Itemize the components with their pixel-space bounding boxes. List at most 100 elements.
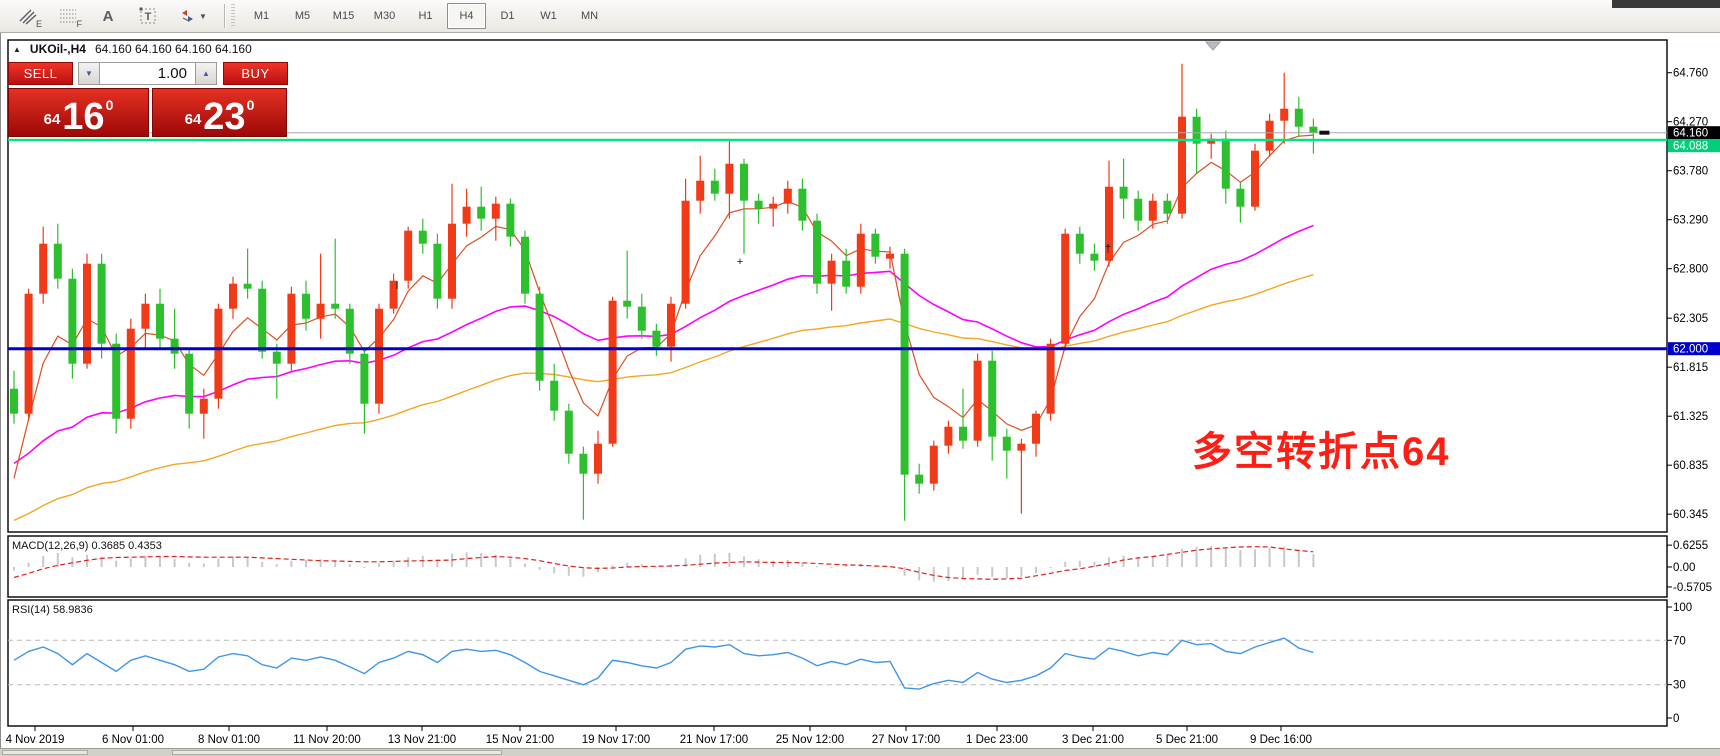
candle-body: [1119, 186, 1128, 199]
time-tick-label: 1 Dec 23:00: [966, 734, 1028, 746]
timeframe-button-H4[interactable]: H4: [447, 3, 486, 29]
timeframe-button-M5[interactable]: M5: [283, 3, 322, 29]
sell-price-box[interactable]: 64 16 0: [8, 88, 149, 137]
fibonacci-icon[interactable]: F: [51, 2, 85, 30]
candle-body: [652, 330, 661, 347]
macd-label: MACD(12,26,9) 0.3685 0.4353: [12, 540, 162, 552]
volume-down-button[interactable]: ▼: [78, 62, 100, 85]
symbol-quotes: 64.160 64.160 64.160 64.160: [94, 42, 252, 56]
collapse-triangle-icon[interactable]: ▲: [13, 45, 21, 54]
toolbar-drag-handle[interactable]: [231, 4, 235, 28]
candle-body: [1163, 200, 1172, 214]
price-tick-label: 63.290: [1673, 215, 1708, 227]
price-tick-label: 63.780: [1673, 166, 1708, 178]
candle-body: [973, 360, 982, 441]
timeframe-button-M30[interactable]: M30: [365, 3, 404, 29]
candle-body: [725, 163, 734, 194]
timeframe-button-MN[interactable]: MN: [570, 3, 609, 29]
candle-body: [1032, 413, 1040, 444]
candle-body: [156, 303, 164, 339]
price-badge-label: 64.160: [1673, 128, 1708, 140]
candle-body: [462, 206, 471, 224]
timeframe-button-D1[interactable]: D1: [488, 3, 527, 29]
bottom-strip-segment: [172, 750, 502, 755]
candle-body: [1002, 436, 1011, 451]
candle-body: [375, 308, 383, 404]
candle-body: [10, 388, 18, 414]
candle-body: [272, 351, 281, 364]
candle-body: [39, 243, 48, 294]
candle-body: [258, 288, 267, 352]
rsi-tick-label: 100: [1673, 602, 1692, 614]
candle-body: [141, 303, 150, 329]
trade-marker: +: [737, 256, 743, 268]
candle-body: [564, 410, 573, 454]
timeframe-button-M1[interactable]: M1: [242, 3, 281, 29]
time-tick-label: 4 Nov 2019: [6, 734, 65, 746]
candle-body: [579, 453, 588, 474]
candle-body: [1251, 150, 1259, 207]
candle-body: [1265, 120, 1274, 151]
candle-body: [740, 163, 748, 201]
candle-body: [535, 293, 544, 381]
candle-body: [1236, 188, 1245, 207]
candle-body: [915, 474, 924, 484]
candle-body: [170, 338, 179, 354]
rsi-tick-label: 30: [1673, 680, 1686, 692]
candle-body: [1046, 343, 1055, 414]
price-tick-label: 60.345: [1673, 509, 1708, 521]
candle-body: [360, 353, 369, 404]
candle-body: [302, 293, 310, 319]
text-icon[interactable]: A: [91, 2, 125, 30]
equidistant-channel-icon[interactable]: E: [11, 2, 45, 30]
svg-text:T: T: [145, 11, 152, 23]
trade-marker: I: [395, 280, 398, 292]
candle-body: [1294, 108, 1303, 127]
time-tick-label: 11 Nov 20:00: [293, 734, 361, 746]
candle-body: [1075, 233, 1084, 254]
toolbar: E F A T ▼ M1 M5 M15 M30 H1 H4 D1 W1 MN: [0, 0, 1720, 33]
candle-body: [112, 343, 121, 419]
candle-body: [959, 426, 967, 441]
candle-body: [681, 200, 690, 304]
timeframe-button-H1[interactable]: H1: [406, 3, 445, 29]
price-tick-label: 64.760: [1673, 68, 1708, 80]
time-tick-label: 27 Nov 17:00: [872, 734, 940, 746]
candle-body: [53, 243, 62, 279]
time-tick-label: 21 Nov 17:00: [680, 734, 748, 746]
time-tick-label: 13 Nov 21:00: [388, 734, 456, 746]
chart-annotation-text: 多空转折点64: [1192, 430, 1451, 474]
volume-input[interactable]: 1.00: [100, 62, 195, 85]
time-tick-label: 6 Nov 01:00: [102, 734, 164, 746]
candle-body: [1280, 108, 1289, 121]
timeframe-button-M15[interactable]: M15: [324, 3, 363, 29]
price-tick-label: 62.305: [1673, 313, 1708, 325]
candle-body: [623, 300, 632, 307]
arrows-icon[interactable]: ▼: [171, 2, 215, 30]
symbol-header: ▲ UKOil-,H4 64.160 64.160 64.160 64.160: [13, 42, 252, 56]
sell-button[interactable]: SELL: [8, 62, 73, 85]
window-left-border: [0, 33, 1, 755]
timeframe-button-W1[interactable]: W1: [529, 3, 568, 29]
time-tick-label: 8 Nov 01:00: [198, 734, 260, 746]
candle-body: [1221, 138, 1230, 189]
volume-up-button[interactable]: ▲: [195, 62, 217, 85]
price-tick-label: 61.325: [1673, 411, 1708, 423]
window-edge-sliver: [1612, 0, 1720, 8]
candle-body: [506, 203, 515, 237]
candle-body: [608, 300, 617, 444]
candle-body: [929, 445, 938, 484]
price-badge-label: 64.088: [1673, 141, 1708, 153]
last-price-dash: [1319, 130, 1330, 135]
time-tick-label: 3 Dec 21:00: [1062, 734, 1124, 746]
macd-tick-label: -0.5705: [1673, 582, 1712, 594]
candle-body: [1134, 198, 1143, 221]
one-click-trade-panel: SELL ▼ 1.00 ▲ BUY 64 16 0 64 23 0: [8, 62, 288, 137]
candle-body: [521, 236, 529, 294]
buy-price-box[interactable]: 64 23 0: [152, 88, 287, 137]
text-label-icon[interactable]: T: [131, 2, 165, 30]
buy-button[interactable]: BUY: [223, 62, 288, 85]
price-badge-label: 62.000: [1673, 344, 1708, 356]
candle-body: [185, 353, 194, 414]
price-tick-label: 62.800: [1673, 264, 1708, 276]
